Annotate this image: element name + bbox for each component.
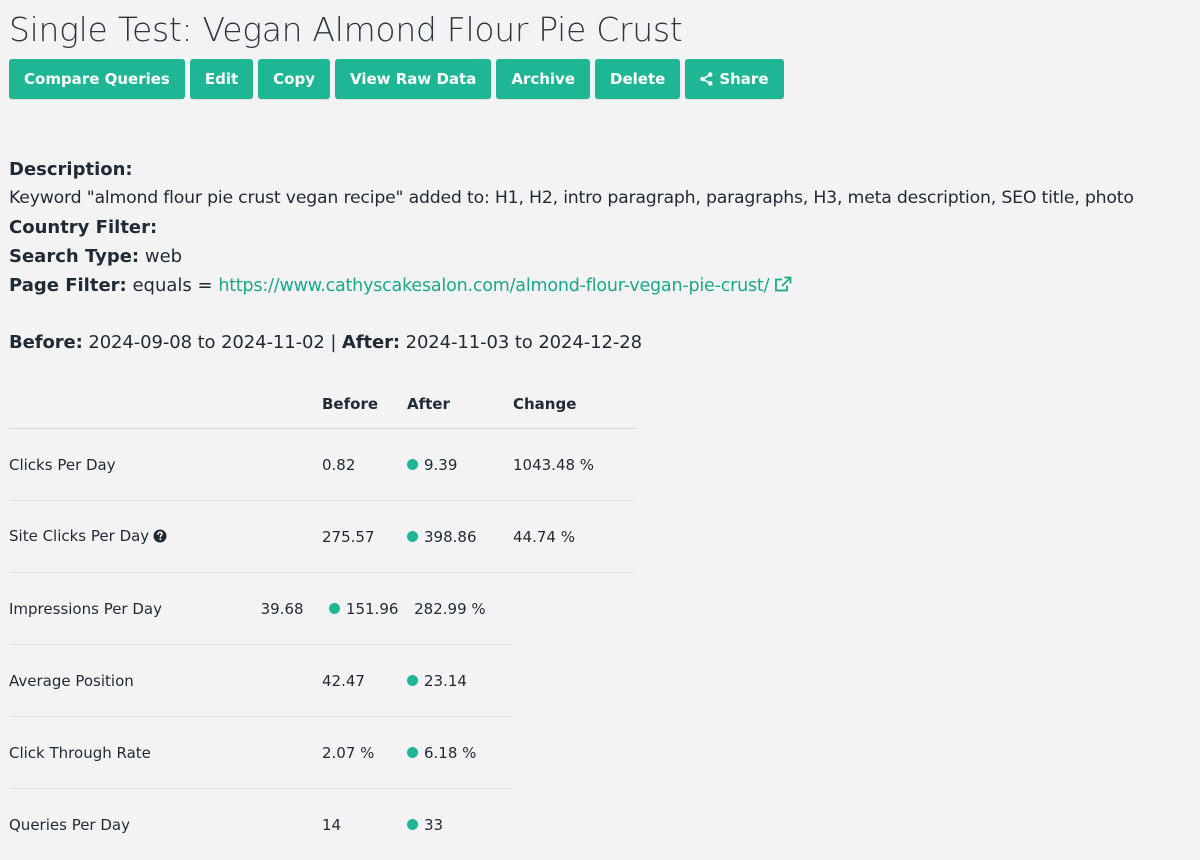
metrics-table: Before After Change Clicks Per Day 0.82 … <box>9 380 636 860</box>
metric-after: 33 <box>407 816 513 834</box>
table-header: Before After Change <box>9 380 636 429</box>
metric-change: 282.99 % <box>414 599 486 618</box>
metric-name: Impressions Per Day <box>9 599 162 618</box>
metric-name: Site Clicks Per Day <box>9 527 322 547</box>
range-separator: | <box>330 332 337 353</box>
country-filter-label: Country Filter: <box>9 217 158 238</box>
external-link-icon <box>774 274 792 303</box>
table-row: Click Through Rate 2.07 % 6.18 % <box>9 717 513 789</box>
metric-before: 14 <box>322 815 342 834</box>
metric-before: 42.47 <box>322 671 365 690</box>
status-dot-icon <box>407 819 418 830</box>
after-range: 2024-11-03 to 2024-12-28 <box>405 332 642 353</box>
status-dot-icon <box>328 603 340 614</box>
page-filter: Page Filter: equals = https://www.cathys… <box>9 271 1134 303</box>
metric-before: 2.07 % <box>322 743 375 762</box>
page-filter-label: Page Filter: <box>9 275 127 296</box>
status-dot-icon <box>407 459 418 470</box>
status-dot-icon <box>407 531 418 542</box>
copy-button[interactable]: Copy <box>258 59 330 99</box>
metric-after: 398.86 <box>407 528 513 546</box>
before-range: 2024-09-08 to 2024-11-02 <box>88 332 325 353</box>
metric-name: Clicks Per Day <box>9 455 116 474</box>
compare-queries-button[interactable]: Compare Queries <box>9 59 185 99</box>
metric-change: 1043.48 % <box>513 455 595 474</box>
metric-after: 6.18 % <box>407 744 513 762</box>
share-icon <box>700 72 713 86</box>
header-before: Before <box>322 395 379 413</box>
metric-before: 39.68 <box>260 599 304 618</box>
page-filter-operator: equals = <box>132 275 213 296</box>
metric-before: 0.82 <box>322 455 356 474</box>
table-row: Average Position 42.47 23.14 <box>9 645 513 717</box>
header-change: Change <box>513 395 577 413</box>
before-label: Before: <box>9 332 83 353</box>
metric-name: Queries Per Day <box>9 815 130 834</box>
edit-button[interactable]: Edit <box>189 59 254 99</box>
status-dot-icon <box>407 747 418 758</box>
page-filter-url-link[interactable]: https://www.cathyscakesalon.com/almond-f… <box>218 276 792 296</box>
question-circle-icon[interactable] <box>153 529 167 547</box>
view-raw-data-button[interactable]: View Raw Data <box>334 59 492 99</box>
description-text: Keyword "almond flour pie crust vegan re… <box>9 188 1134 208</box>
archive-button[interactable]: Archive <box>496 59 591 99</box>
table-row: Clicks Per Day 0.82 9.39 1043.48 % <box>9 429 636 501</box>
metric-name: Average Position <box>9 671 134 690</box>
action-toolbar: Compare Queries Edit Copy View Raw Data … <box>9 59 784 99</box>
metric-after: 151.96 <box>328 600 414 618</box>
metric-name: Click Through Rate <box>9 743 151 762</box>
header-after: After <box>407 395 450 413</box>
table-row: Queries Per Day 14 33 <box>9 789 513 860</box>
metric-after: 23.14 <box>407 672 513 690</box>
description-label: Description: <box>9 159 133 180</box>
share-button-label: Share <box>719 70 769 88</box>
page-title: Single Test: Vegan Almond Flour Pie Crus… <box>9 10 683 49</box>
page-filter-url: https://www.cathyscakesalon.com/almond-f… <box>218 276 770 296</box>
after-label: After: <box>341 332 400 353</box>
share-button[interactable]: Share <box>685 59 784 99</box>
date-range: Before: 2024-09-08 to 2024-11-02 | After… <box>9 330 642 356</box>
metric-before: 275.57 <box>322 527 375 546</box>
table-row: Impressions Per Day 39.68 151.96 282.99 … <box>9 573 513 645</box>
test-details: Description: Keyword "almond flour pie c… <box>9 155 1134 303</box>
table-row: Site Clicks Per Day 275.57 398.86 44.74 … <box>9 501 636 573</box>
search-type: Search Type: web <box>9 242 1134 271</box>
metric-after: 9.39 <box>407 456 513 474</box>
search-type-value: web <box>144 246 183 267</box>
metric-change: 44.74 % <box>513 527 575 546</box>
status-dot-icon <box>407 675 418 686</box>
country-filter: Country Filter: <box>9 213 1134 242</box>
delete-button[interactable]: Delete <box>595 59 681 99</box>
search-type-label: Search Type: <box>9 246 140 267</box>
